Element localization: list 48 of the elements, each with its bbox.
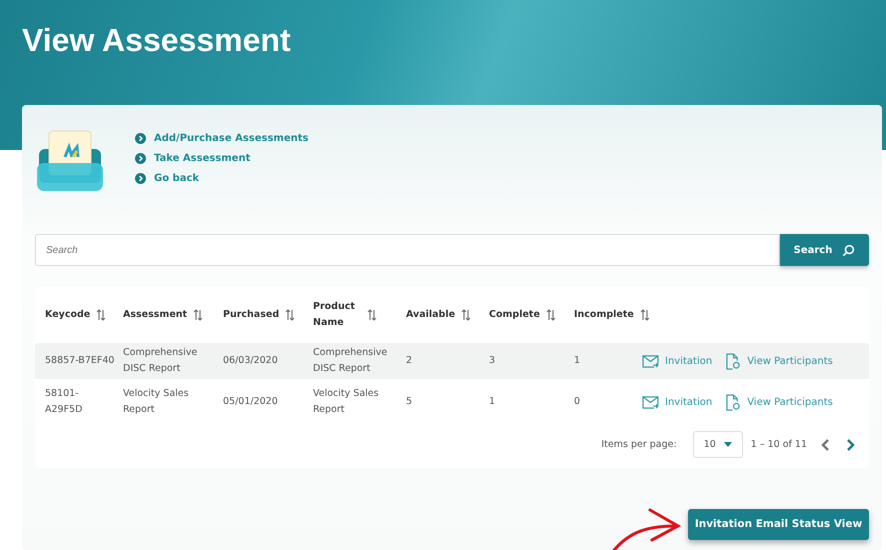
- document-search-icon: [726, 394, 742, 410]
- document-search-icon: [726, 352, 742, 370]
- table-cell: Comprehensive DISC Report: [123, 347, 198, 374]
- page-range: 1 – 10 of 11: [750, 439, 807, 450]
- column-header[interactable]: Keycode: [45, 307, 90, 323]
- table-cell: 06/03/2020: [223, 355, 278, 366]
- column-header[interactable]: Available: [406, 307, 456, 323]
- chevron-right-icon: [135, 153, 146, 164]
- sort-icon[interactable]: [546, 309, 556, 321]
- column-header[interactable]: Complete: [489, 307, 540, 323]
- items-per-page-label: Items per page:: [601, 439, 677, 450]
- nav-link[interactable]: Go back: [154, 173, 200, 184]
- chevron-right-icon: [135, 133, 146, 144]
- table-cell: 1: [489, 396, 496, 407]
- table-cell: Comprehensive DISC Report: [313, 347, 388, 374]
- sort-icon[interactable]: [640, 309, 650, 321]
- sort-icon[interactable]: [285, 309, 296, 321]
- next-page-icon[interactable]: [845, 438, 855, 452]
- table-cell: 1: [574, 355, 580, 366]
- table-cell: 2: [406, 355, 412, 366]
- sort-icon[interactable]: [367, 309, 377, 321]
- table-cell: 5: [406, 396, 412, 407]
- page-size-select[interactable]: 10: [692, 431, 743, 458]
- table-cell: 05/01/2020: [223, 396, 278, 407]
- table-cell: 58857-B7EF40: [45, 355, 114, 366]
- search-field[interactable]: Search: [35, 234, 780, 266]
- column-header[interactable]: Purchased: [223, 307, 280, 323]
- table-cell: Velocity Sales Report: [123, 388, 189, 415]
- column-header[interactable]: Assessment: [123, 307, 188, 323]
- search-icon: [842, 244, 856, 256]
- invitation-email-status-button[interactable]: Invitation Email Status View: [688, 508, 869, 540]
- table-cell: 0: [574, 396, 580, 407]
- chevron-right-icon: [135, 173, 146, 184]
- table-cell: 3: [489, 355, 496, 366]
- table-cell: 58101-A29F5D: [45, 388, 82, 415]
- search-button[interactable]: Search: [780, 234, 869, 266]
- dropdown-caret-icon: [724, 442, 732, 447]
- sort-icon[interactable]: [193, 309, 204, 321]
- envelope-icon: [642, 396, 659, 408]
- column-header[interactable]: Incomplete: [574, 307, 634, 323]
- sort-icon[interactable]: [461, 309, 472, 321]
- table-cell: Velocity Sales Report: [313, 388, 379, 415]
- nav-link[interactable]: Take Assessment: [154, 153, 250, 164]
- column-header[interactable]: Product Name: [313, 299, 361, 331]
- sort-icon[interactable]: [96, 309, 106, 321]
- page-title: View Assessment: [22, 21, 292, 59]
- nav-link[interactable]: Add/Purchase Assessments: [154, 133, 308, 144]
- envelope-icon: [642, 354, 659, 368]
